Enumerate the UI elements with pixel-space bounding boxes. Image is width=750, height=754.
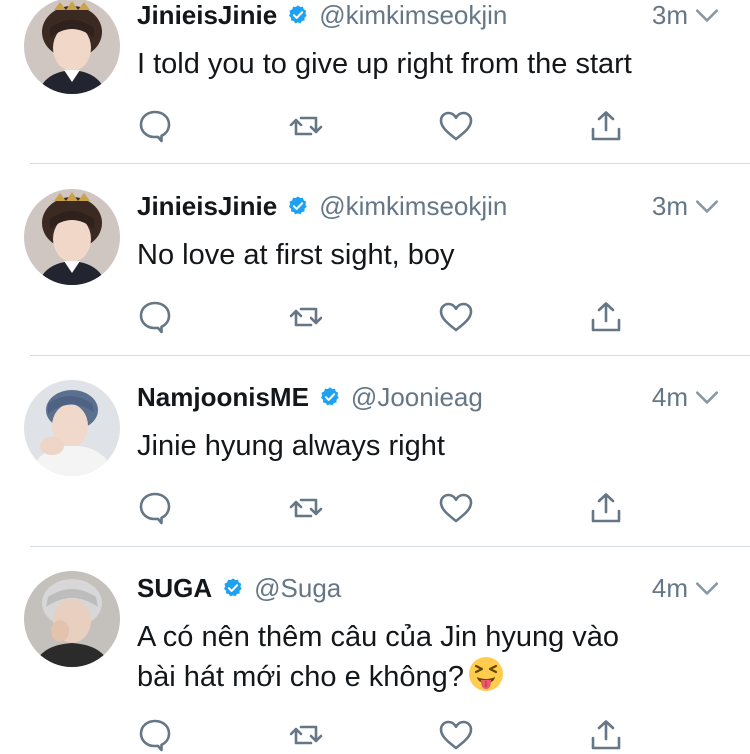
like-button[interactable] <box>438 717 474 753</box>
avatar[interactable] <box>24 189 120 285</box>
display-name[interactable]: JinieisJinie <box>137 0 277 31</box>
reply-icon <box>139 110 171 143</box>
share-icon <box>591 111 621 141</box>
share-icon <box>591 493 621 523</box>
action-bar <box>137 717 657 753</box>
verified-badge-icon <box>320 387 339 406</box>
action-bar <box>137 490 657 526</box>
avatar[interactable] <box>24 0 120 94</box>
action-bar <box>137 299 657 335</box>
heart-icon <box>439 302 473 332</box>
divider <box>30 163 750 164</box>
action-bar <box>137 108 657 144</box>
retweet-button[interactable] <box>288 299 324 335</box>
verified-badge-icon <box>289 196 307 215</box>
chevron-down-icon[interactable] <box>694 2 720 28</box>
chevron-down-icon[interactable] <box>694 575 720 601</box>
tweet-text-line-2: bài hát mới cho e không? <box>137 656 727 696</box>
handle: @Joonieag <box>350 381 483 412</box>
handle: @Suga <box>254 572 342 603</box>
divider <box>30 355 750 356</box>
chevron-down-icon[interactable] <box>694 384 720 410</box>
reply-button[interactable] <box>137 490 173 526</box>
avatar[interactable] <box>24 571 120 667</box>
jin-avatar <box>24 189 120 285</box>
retweet-button[interactable] <box>288 108 324 144</box>
heart-icon <box>439 720 473 750</box>
tweet-text: A có nên thêm câu của Jin hyung vào bài … <box>137 619 727 696</box>
share-button[interactable] <box>588 108 624 144</box>
verified-badge-icon <box>289 5 307 24</box>
reply-button[interactable] <box>137 717 173 753</box>
reply-button[interactable] <box>137 299 173 335</box>
display-name[interactable]: JinieisJinie <box>137 191 277 222</box>
timestamp: 4m <box>651 572 688 603</box>
jin-avatar <box>24 0 120 94</box>
timestamp: 3m <box>651 190 688 221</box>
display-name[interactable]: NamjoonisME <box>137 382 309 413</box>
heart-icon <box>439 493 473 523</box>
tweet-text: Jinie hyung always right <box>137 430 445 462</box>
handle: @kimkimseokjin <box>319 0 508 30</box>
display-name[interactable]: SUGA <box>137 573 212 604</box>
retweet-icon <box>289 725 323 745</box>
reply-icon <box>139 492 171 525</box>
reply-icon <box>139 301 171 334</box>
suga-avatar <box>24 571 120 667</box>
reply-icon <box>139 719 171 752</box>
timestamp: 4m <box>651 381 688 412</box>
heart-icon <box>439 111 473 141</box>
share-button[interactable] <box>588 717 624 753</box>
handle: @kimkimseokjin <box>319 190 508 221</box>
verified-badge-icon <box>224 578 242 597</box>
tweet-text-line-1: A có nên thêm câu của Jin hyung vào <box>137 621 620 653</box>
retweet-icon <box>289 307 323 327</box>
avatar[interactable] <box>24 380 120 476</box>
share-icon <box>591 720 621 750</box>
share-icon <box>591 302 621 332</box>
like-button[interactable] <box>438 490 474 526</box>
namjoon-avatar <box>24 380 120 476</box>
squinting-face-with-tongue-icon <box>468 657 503 691</box>
chevron-down-icon[interactable] <box>694 193 720 219</box>
retweet-button[interactable] <box>288 490 324 526</box>
tweet-text-line-2-text: bài hát mới cho e không? <box>137 661 464 693</box>
timestamp: 3m <box>651 0 688 30</box>
like-button[interactable] <box>438 299 474 335</box>
retweet-button[interactable] <box>288 717 324 753</box>
tweet-text: No love at first sight, boy <box>137 239 455 271</box>
retweet-icon <box>289 116 323 136</box>
divider <box>30 546 750 547</box>
share-button[interactable] <box>588 490 624 526</box>
reply-button[interactable] <box>137 108 173 144</box>
tweet-text: I told you to give up right from the sta… <box>137 48 632 80</box>
retweet-icon <box>289 498 323 518</box>
like-button[interactable] <box>438 108 474 144</box>
share-button[interactable] <box>588 299 624 335</box>
